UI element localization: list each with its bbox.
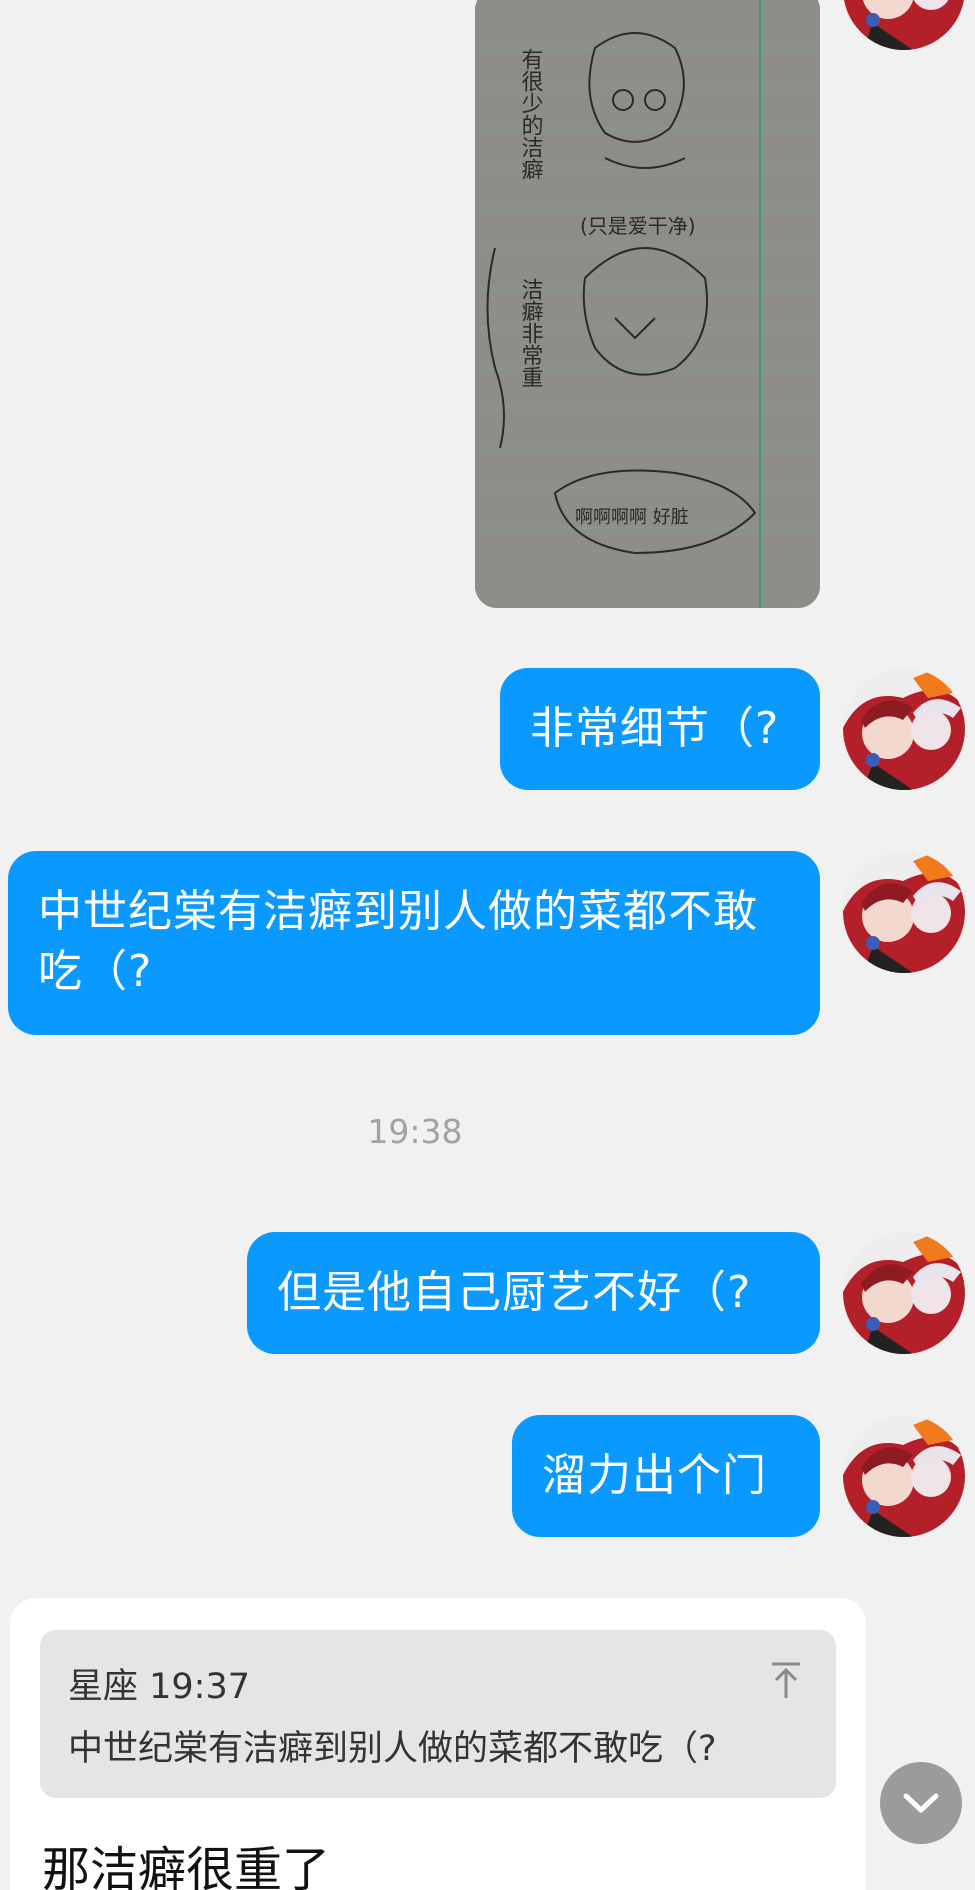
quoted-message[interactable]: 星座 19:37 中世纪棠有洁癖到别人做的菜都不敢吃（? [40,1630,836,1798]
avatar-icon [843,1415,965,1537]
message-bubble[interactable]: 非常细节（? [500,668,820,790]
image-message[interactable]: 有很少的洁癖 洁癖非常重 (只是爱干净) 啊啊啊啊 好脏 [475,0,820,608]
avatar[interactable] [843,668,965,790]
scroll-to-bottom-button[interactable] [880,1762,962,1844]
message-text: 非常细节（? [530,703,780,754]
sketch-photo: 有很少的洁癖 洁癖非常重 (只是爱干净) 啊啊啊啊 好脏 [475,0,820,608]
avatar[interactable] [843,1415,965,1537]
avatar-icon [843,668,965,790]
timestamp: 19:38 [367,1112,463,1151]
avatar-icon [843,1232,965,1354]
quoted-author-time: 星座 19:37 [68,1667,250,1707]
message-bubble[interactable]: 中世纪棠有洁癖到别人做的菜都不敢吃（? [8,851,820,1035]
message-text: 中世纪棠有洁癖到别人做的菜都不敢吃（? [38,886,758,997]
avatar-icon [843,0,965,50]
avatar[interactable] [843,1232,965,1354]
chevron-down-icon [903,1793,939,1813]
photo-bubble-text: 啊啊啊啊 好脏 [575,507,689,528]
chat-view: 有很少的洁癖 洁癖非常重 (只是爱干净) 啊啊啊啊 好脏 非常细节（? 中世纪棠… [0,0,975,1890]
quoted-text: 中世纪棠有洁癖到别人做的菜都不敢吃（? [68,1729,717,1769]
reply-text: 那洁癖很重了 [42,1842,331,1890]
reply-message-card[interactable]: 星座 19:37 中世纪棠有洁癖到别人做的菜都不敢吃（? 那洁癖很重了 [10,1598,866,1890]
message-text: 溜力出个门 [542,1450,767,1501]
avatar[interactable] [843,851,965,973]
avatar[interactable] [843,0,965,50]
photo-note: (只是爱干净) [580,214,696,238]
photo-text-1: 有很少的洁癖 [518,48,544,180]
pin-to-top-icon[interactable] [768,1660,804,1700]
avatar-icon [843,851,965,973]
photo-text-2: 洁癖非常重 [518,278,544,388]
message-text: 但是他自己厨艺不好（? [277,1267,752,1318]
message-bubble[interactable]: 溜力出个门 [512,1415,820,1537]
message-bubble[interactable]: 但是他自己厨艺不好（? [247,1232,820,1354]
